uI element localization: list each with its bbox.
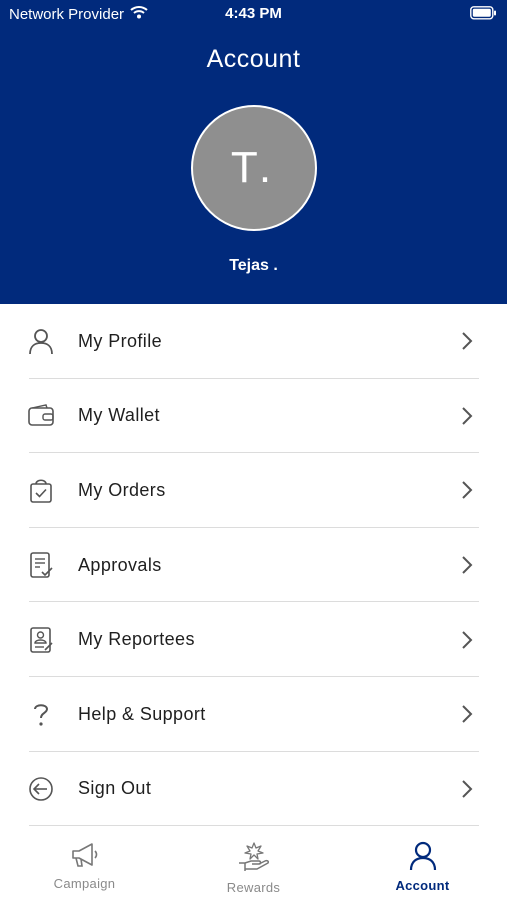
tab-label: Campaign xyxy=(53,876,116,891)
menu-item-sign-out[interactable]: Sign Out xyxy=(0,752,507,827)
chevron-right-icon xyxy=(460,331,474,351)
account-header: Network Provider 4:43 PM Account T. Teja… xyxy=(0,0,507,304)
id-badge-icon xyxy=(27,626,55,654)
menu-item-my-reportees[interactable]: My Reportees xyxy=(0,602,507,677)
menu-item-my-wallet[interactable]: My Wallet xyxy=(0,379,507,454)
page-title: Account xyxy=(206,45,301,73)
menu-item-my-orders[interactable]: My Orders xyxy=(0,453,507,528)
user-name: Tejas . xyxy=(229,257,278,274)
avatar-initials: T. xyxy=(230,143,278,192)
tab-campaign[interactable]: Campaign xyxy=(0,831,169,900)
menu-item-label: Sign Out xyxy=(78,778,152,799)
tab-label: Rewards xyxy=(226,880,281,895)
chevron-right-icon xyxy=(460,779,474,799)
question-icon xyxy=(27,700,55,728)
menu-item-help-support[interactable]: Help & Support xyxy=(0,677,507,752)
shopping-bag-icon xyxy=(27,476,55,504)
megaphone-icon xyxy=(70,841,100,874)
wallet-icon xyxy=(27,402,55,430)
menu-item-label: My Profile xyxy=(78,330,163,351)
menu-item-approvals[interactable]: Approvals xyxy=(0,528,507,603)
chevron-right-icon xyxy=(460,704,474,724)
chevron-right-icon xyxy=(460,630,474,650)
document-check-icon xyxy=(27,551,55,579)
menu-item-label: My Reportees xyxy=(78,629,195,650)
menu-item-label: Help & Support xyxy=(78,703,206,724)
tab-label: Account xyxy=(395,878,450,893)
menu-item-label: Approvals xyxy=(78,554,162,575)
tab-rewards[interactable]: Rewards xyxy=(169,831,338,900)
chevron-right-icon xyxy=(460,555,474,575)
user-icon xyxy=(408,841,438,876)
tab-bar: Campaign Rewards Account xyxy=(0,831,507,900)
status-bar: Network Provider 4:43 PM xyxy=(0,0,507,28)
battery-icon xyxy=(470,6,497,24)
menu-item-my-profile[interactable]: My Profile xyxy=(0,304,507,379)
user-icon xyxy=(27,327,55,355)
account-menu: My Profile My Wallet My Orders Approvals… xyxy=(0,304,507,826)
reward-hand-icon xyxy=(237,841,271,878)
chevron-right-icon xyxy=(460,406,474,426)
chevron-right-icon xyxy=(460,480,474,500)
menu-item-label: My Wallet xyxy=(78,405,160,426)
status-time: 4:43 PM xyxy=(225,5,282,22)
menu-item-label: My Orders xyxy=(78,479,166,500)
tab-account[interactable]: Account xyxy=(338,831,507,900)
sign-out-icon xyxy=(27,775,55,803)
avatar[interactable]: T. xyxy=(191,105,317,231)
